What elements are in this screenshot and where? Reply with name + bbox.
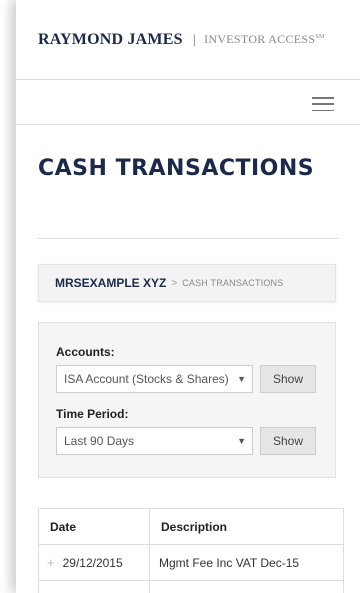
time-period-select-value: Last 90 Days	[64, 434, 135, 448]
accounts-label: Accounts:	[56, 345, 115, 359]
time-period-select[interactable]: Last 90 Days ▼	[56, 427, 253, 455]
row-date-cell: +29/12/2015	[38, 544, 150, 581]
menu-icon-line	[312, 97, 334, 99]
menu-icon-line	[312, 103, 334, 105]
accounts-show-button[interactable]: Show	[260, 365, 316, 393]
plus-icon[interactable]: +	[47, 555, 55, 570]
time-period-label: Time Period:	[56, 407, 129, 421]
accounts-select[interactable]: ISA Account (Stocks & Shares) ▼	[56, 365, 253, 393]
page-title: CASH TRANSACTIONS	[38, 156, 315, 181]
table-row[interactable]: +29/12/2015 Mgmt Fee Inc VAT Dec-15	[38, 544, 344, 581]
caret-down-icon: ▼	[237, 436, 246, 446]
column-header-date[interactable]: Date	[38, 508, 150, 545]
filter-panel: Accounts: ISA Account (Stocks & Shares) …	[38, 322, 336, 478]
trademark-mark: SM	[315, 34, 325, 40]
caret-down-icon: ▼	[237, 374, 246, 384]
product-name: INVESTOR ACCESSSM	[204, 32, 325, 47]
column-header-description[interactable]: Description	[149, 508, 344, 545]
header-separator: |	[192, 32, 197, 47]
breadcrumb: MRSEXAMPLE XYZ > CASH TRANSACTIONS	[38, 264, 336, 302]
transactions-table: Date Description +29/12/2015 Mgmt Fee In…	[38, 508, 344, 593]
accounts-row: ISA Account (Stocks & Shares) ▼ Show	[56, 365, 335, 393]
title-divider	[38, 238, 338, 239]
chevron-right-icon: >	[171, 277, 178, 289]
row-date: 29/12/2015	[62, 556, 123, 570]
accounts-select-value: ISA Account (Stocks & Shares)	[64, 372, 229, 386]
breadcrumb-user-link[interactable]: MRSEXAMPLE XYZ	[55, 276, 166, 290]
menu-icon-line	[312, 109, 334, 111]
breadcrumb-current: CASH TRANSACTIONS	[182, 278, 284, 288]
table-row	[38, 580, 344, 593]
time-period-row: Last 90 Days ▼ Show	[56, 427, 335, 455]
row-description	[149, 580, 344, 593]
brand-logo[interactable]: RAYMOND JAMES	[38, 31, 183, 49]
app-frame: RAYMOND JAMES | INVESTOR ACCESSSM CASH T…	[16, 0, 360, 593]
row-date-cell	[38, 580, 150, 593]
menu-icon[interactable]	[312, 97, 334, 111]
row-description: Mgmt Fee Inc VAT Dec-15	[149, 544, 344, 581]
time-period-show-button[interactable]: Show	[260, 427, 316, 455]
nav-bar	[16, 80, 360, 125]
site-header: RAYMOND JAMES | INVESTOR ACCESSSM	[16, 0, 360, 80]
product-label: INVESTOR ACCESS	[204, 32, 316, 46]
table-header-row: Date Description	[38, 508, 344, 545]
